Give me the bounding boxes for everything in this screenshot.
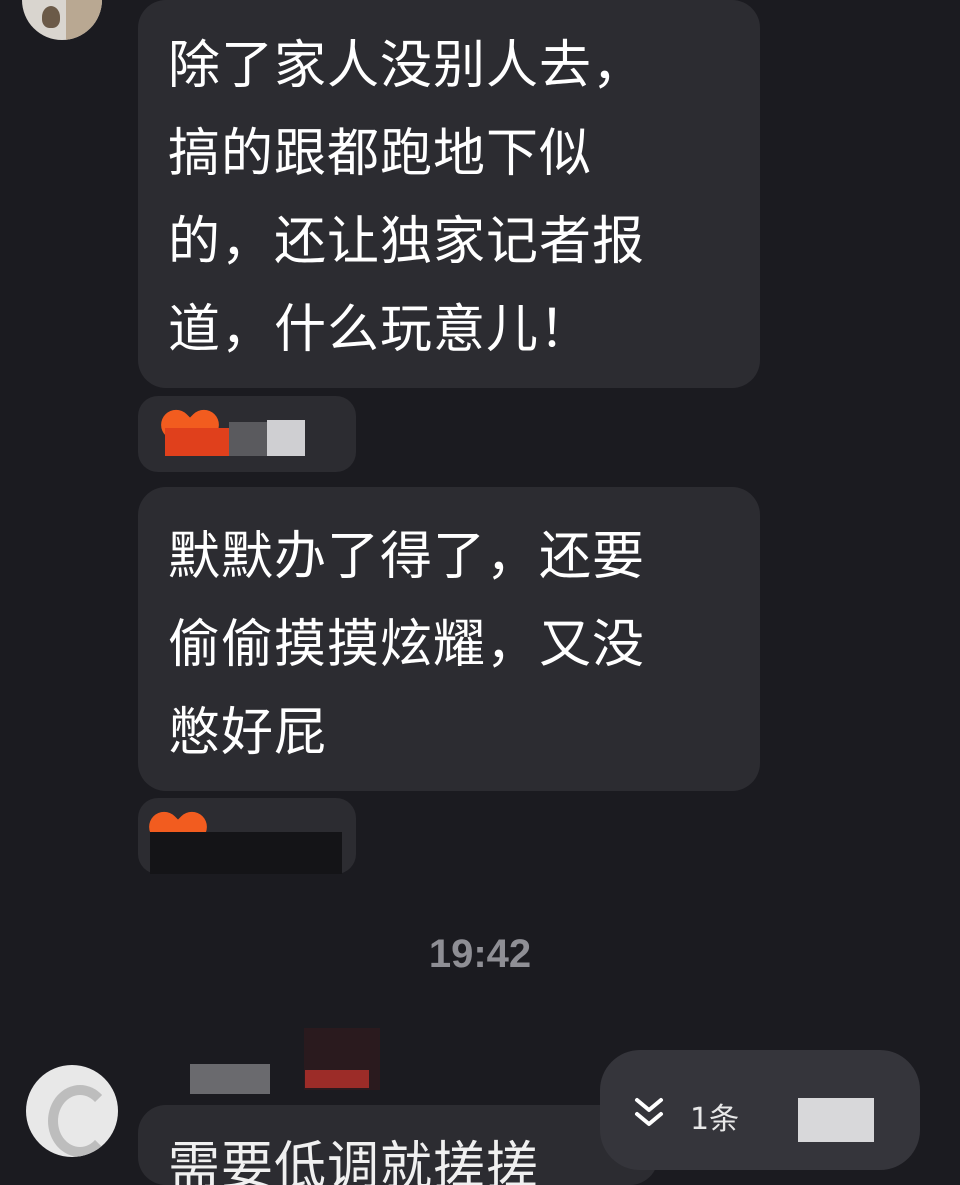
- message-timestamp: 19:42: [428, 932, 532, 976]
- redacted-reactor-name: [150, 832, 342, 874]
- sender-avatar-top[interactable]: [22, 0, 102, 40]
- redacted-reactor-name: [165, 428, 229, 456]
- avatar-image-detail: [42, 6, 60, 28]
- avatar-image-detail: [48, 1085, 112, 1157]
- message-text: 需要低调就搓搓: [168, 1137, 540, 1185]
- avatar-image-detail: [66, 0, 102, 40]
- message-bubble[interactable]: 除了家人没别人去， 搞的跟都跑地下似 的，还让独家记者报 道，什么玩意儿！: [138, 0, 760, 388]
- new-messages-label[interactable]: 1条: [690, 1100, 790, 1140]
- chevron-double-down-icon[interactable]: [632, 1092, 666, 1132]
- redacted-sender-badge: [305, 1070, 369, 1088]
- redacted-sender-name: [190, 1064, 270, 1094]
- message-bubble[interactable]: 需要低调就搓搓: [138, 1105, 658, 1185]
- redacted-reactor-name: [229, 422, 267, 456]
- message-bubble[interactable]: 默默办了得了，还要 偷偷摸摸炫耀，又没 憋好屁: [138, 487, 760, 791]
- redacted-reactor-name: [267, 420, 305, 456]
- redacted-pill-text: [798, 1098, 874, 1142]
- message-text: 默默办了得了，还要 偷偷摸摸炫耀，又没 憋好屁: [168, 527, 646, 763]
- message-text: 除了家人没别人去， 搞的跟都跑地下似 的，还让独家记者报 道，什么玩意儿！: [168, 36, 646, 360]
- sender-avatar-bottom[interactable]: [26, 1065, 118, 1157]
